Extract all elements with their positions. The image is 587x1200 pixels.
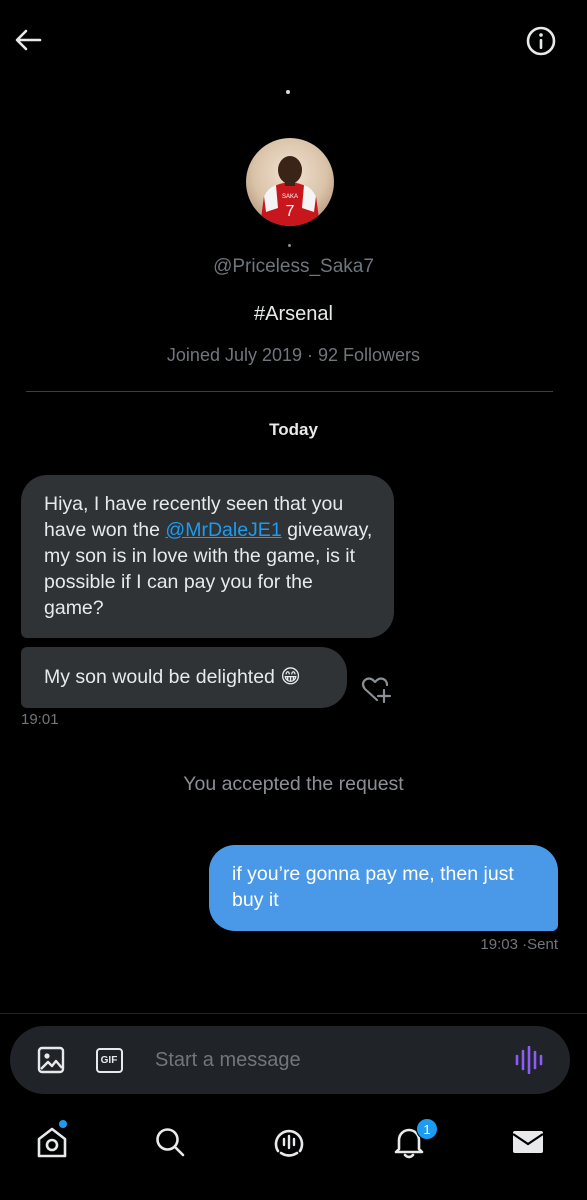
message-timestamp: 19:03	[480, 936, 518, 953]
back-button[interactable]	[8, 20, 48, 60]
profile-handle[interactable]: @Priceless_Saka7	[0, 256, 587, 278]
sent-status: ·Sent	[522, 936, 558, 953]
nav-search[interactable]	[146, 1118, 194, 1166]
date-separator: Today	[269, 420, 318, 439]
image-icon	[37, 1046, 65, 1074]
outgoing-message[interactable]: if you’re gonna pay me, then just buy it	[209, 845, 558, 931]
nav-spaces[interactable]	[265, 1118, 313, 1166]
messages-icon	[512, 1131, 544, 1153]
composer-divider	[0, 1013, 587, 1014]
add-reaction-button[interactable]	[358, 674, 394, 706]
message-input[interactable]	[155, 1043, 485, 1077]
gif-icon: GIF	[95, 1047, 123, 1073]
svg-text:7: 7	[286, 203, 295, 220]
incoming-message[interactable]: My son would be delighted 😁	[21, 647, 347, 708]
system-message: You accepted the request	[183, 773, 404, 795]
search-icon	[156, 1128, 185, 1157]
profile-meta: Joined July 2019 · 92 Followers	[166, 345, 421, 365]
voice-waveform-icon	[515, 1046, 543, 1074]
arrow-left-icon	[15, 29, 42, 51]
svg-text:SAKA: SAKA	[282, 194, 298, 200]
voice-message-button[interactable]	[510, 1042, 548, 1078]
divider	[26, 391, 553, 392]
home-icon	[37, 1127, 67, 1158]
heart-plus-icon	[361, 677, 392, 704]
message-text: My son would be delighted 😁	[44, 666, 301, 688]
nav-messages[interactable]	[504, 1118, 552, 1166]
decorative-dot	[286, 90, 290, 94]
notifications-badge: 1	[416, 1118, 438, 1140]
decorative-dot	[288, 244, 291, 247]
conversation-info-button[interactable]	[520, 20, 562, 62]
incoming-message[interactable]: Hiya, I have recently seen that you have…	[21, 475, 394, 638]
add-image-button[interactable]	[35, 1044, 67, 1076]
home-badge	[58, 1119, 68, 1129]
add-gif-button[interactable]: GIF	[93, 1044, 125, 1076]
message-status: 19:03 ·Sent	[480, 936, 558, 953]
avatar[interactable]: SAKA 7	[246, 138, 334, 226]
spaces-icon	[274, 1129, 304, 1157]
message-text: if you’re gonna pay me, then just buy it	[232, 863, 514, 911]
profile-avatar: SAKA 7	[246, 138, 334, 226]
message-timestamp: 19:01	[21, 711, 59, 728]
profile-bio: #Arsenal	[254, 303, 333, 325]
nav-home[interactable]	[28, 1118, 76, 1166]
mention-link[interactable]: @MrDaleJE1	[165, 519, 281, 541]
info-circle-icon	[526, 26, 556, 56]
